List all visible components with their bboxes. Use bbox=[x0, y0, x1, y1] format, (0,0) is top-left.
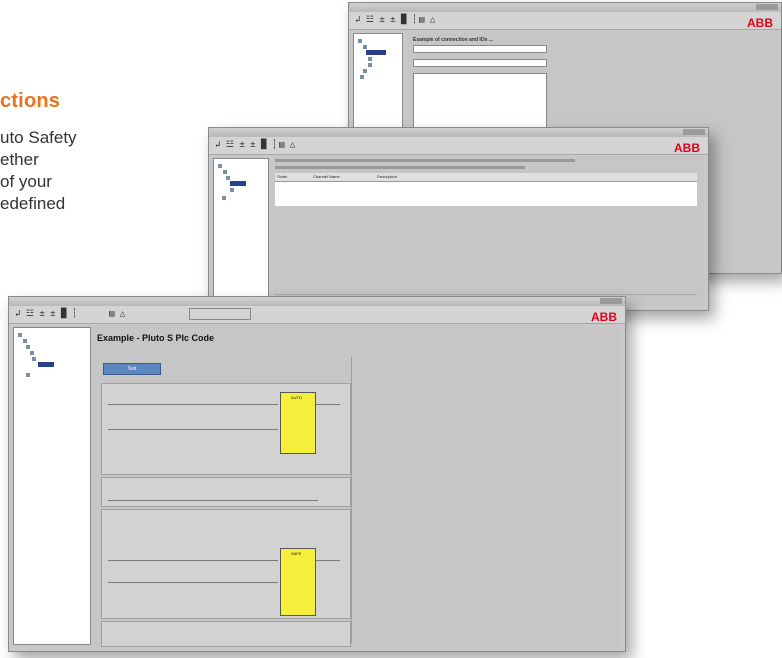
logic-step: AUTO bbox=[101, 383, 351, 475]
function-block[interactable]: AUTO bbox=[280, 392, 316, 454]
wire bbox=[108, 429, 278, 430]
body-line-3: of your bbox=[0, 172, 52, 191]
logic-step: SAFE bbox=[101, 509, 351, 619]
logic-step bbox=[101, 477, 351, 507]
tree-item-selected[interactable] bbox=[38, 362, 54, 367]
wire bbox=[108, 500, 318, 501]
tree-item[interactable] bbox=[30, 350, 36, 355]
tree-item[interactable] bbox=[368, 62, 374, 67]
wire bbox=[316, 560, 340, 561]
title-bar bbox=[349, 3, 781, 12]
tree-item[interactable] bbox=[23, 338, 29, 343]
abb-logo: ABB bbox=[591, 310, 617, 324]
block-label: SAFE bbox=[291, 551, 302, 556]
toolbar-icons-2[interactable]: ▤ △ bbox=[419, 15, 435, 25]
toolbar: ↲ ☳ ± ± █ ┆ ▤ △ ABB bbox=[209, 137, 708, 155]
wire bbox=[316, 404, 340, 405]
tree-item[interactable] bbox=[26, 344, 32, 349]
tree-item-selected[interactable] bbox=[230, 181, 246, 186]
abb-logo: ABB bbox=[747, 16, 773, 30]
window-controls[interactable] bbox=[683, 129, 705, 135]
column-header[interactable]: Channel Name bbox=[313, 174, 340, 179]
window-controls[interactable] bbox=[756, 4, 778, 10]
wire bbox=[108, 560, 278, 561]
toolbar-icons-2[interactable]: ▤ △ bbox=[109, 309, 125, 319]
section-heading: ctions bbox=[0, 90, 61, 112]
function-block[interactable]: SAFE bbox=[280, 548, 316, 616]
window-front: ↲ ☳ ± ± █ ┆ ▤ △ ABB Example - Pluto S PI… bbox=[8, 296, 626, 652]
toolbar-dropdown[interactable] bbox=[189, 308, 251, 320]
title-bar bbox=[209, 128, 708, 137]
test-button[interactable]: Test bbox=[103, 363, 161, 375]
tree-item[interactable] bbox=[18, 332, 24, 337]
toolbar-icons[interactable]: ↲ ☳ ± ± █ ┆ bbox=[15, 309, 77, 319]
tree-item[interactable] bbox=[230, 187, 236, 192]
column-header[interactable]: Description bbox=[377, 174, 397, 179]
tree-item[interactable] bbox=[226, 175, 232, 180]
text-field[interactable] bbox=[413, 59, 547, 67]
column-header[interactable]: Order bbox=[277, 174, 287, 179]
body-line-2: ether bbox=[0, 150, 39, 169]
tree-item[interactable] bbox=[223, 169, 229, 174]
content-pane: Order Channel Name Description bbox=[273, 156, 704, 306]
tree-item[interactable] bbox=[363, 68, 369, 73]
tree-item[interactable] bbox=[222, 195, 228, 200]
window-controls[interactable] bbox=[600, 298, 622, 304]
page-title: Example - Pluto S PIc Code bbox=[97, 333, 215, 343]
tree-item[interactable] bbox=[26, 372, 32, 377]
project-tree bbox=[13, 327, 91, 645]
info-line bbox=[275, 159, 575, 162]
pane-divider bbox=[351, 357, 352, 643]
table-row[interactable] bbox=[275, 286, 697, 295]
wire bbox=[108, 582, 278, 583]
tree-item[interactable] bbox=[360, 74, 366, 79]
tree-item[interactable] bbox=[368, 56, 374, 61]
tree-item[interactable] bbox=[32, 356, 38, 361]
info-line bbox=[275, 166, 525, 169]
wire bbox=[108, 404, 278, 405]
grid-header: Order Channel Name Description bbox=[275, 173, 697, 182]
toolbar-icons-2[interactable]: ▤ △ bbox=[279, 140, 295, 150]
block-label: AUTO bbox=[291, 395, 303, 400]
window-middle: ↲ ☳ ± ± █ ┆ ▤ △ ABB Order Channel Name D… bbox=[208, 127, 709, 311]
project-tree bbox=[213, 158, 269, 300]
tree-item-selected[interactable] bbox=[366, 50, 386, 55]
text-field[interactable] bbox=[413, 45, 547, 53]
tree-item[interactable] bbox=[363, 44, 369, 49]
tree-item[interactable] bbox=[358, 38, 364, 43]
tree-item[interactable] bbox=[218, 163, 224, 168]
body-line-4: edefined bbox=[0, 194, 66, 213]
abb-logo: ABB bbox=[674, 141, 700, 155]
toolbar-icons[interactable]: ↲ ☳ ± ± █ ┆ bbox=[355, 15, 417, 25]
toolbar-icons[interactable]: ↲ ☳ ± ± █ ┆ bbox=[215, 140, 277, 150]
title-bar bbox=[9, 297, 625, 306]
content-pane: Example - Pluto S PIc Code Test AUTO SAF… bbox=[93, 327, 621, 647]
toolbar: ↲ ☳ ± ± █ ┆ ▤ △ ABB bbox=[349, 12, 781, 30]
pane-header: Example of connection and IOs ... bbox=[413, 37, 494, 43]
logic-step bbox=[101, 621, 351, 647]
toolbar: ↲ ☳ ± ± █ ┆ ▤ △ ABB bbox=[9, 306, 625, 324]
body-line-1: uto Safety bbox=[0, 128, 77, 147]
